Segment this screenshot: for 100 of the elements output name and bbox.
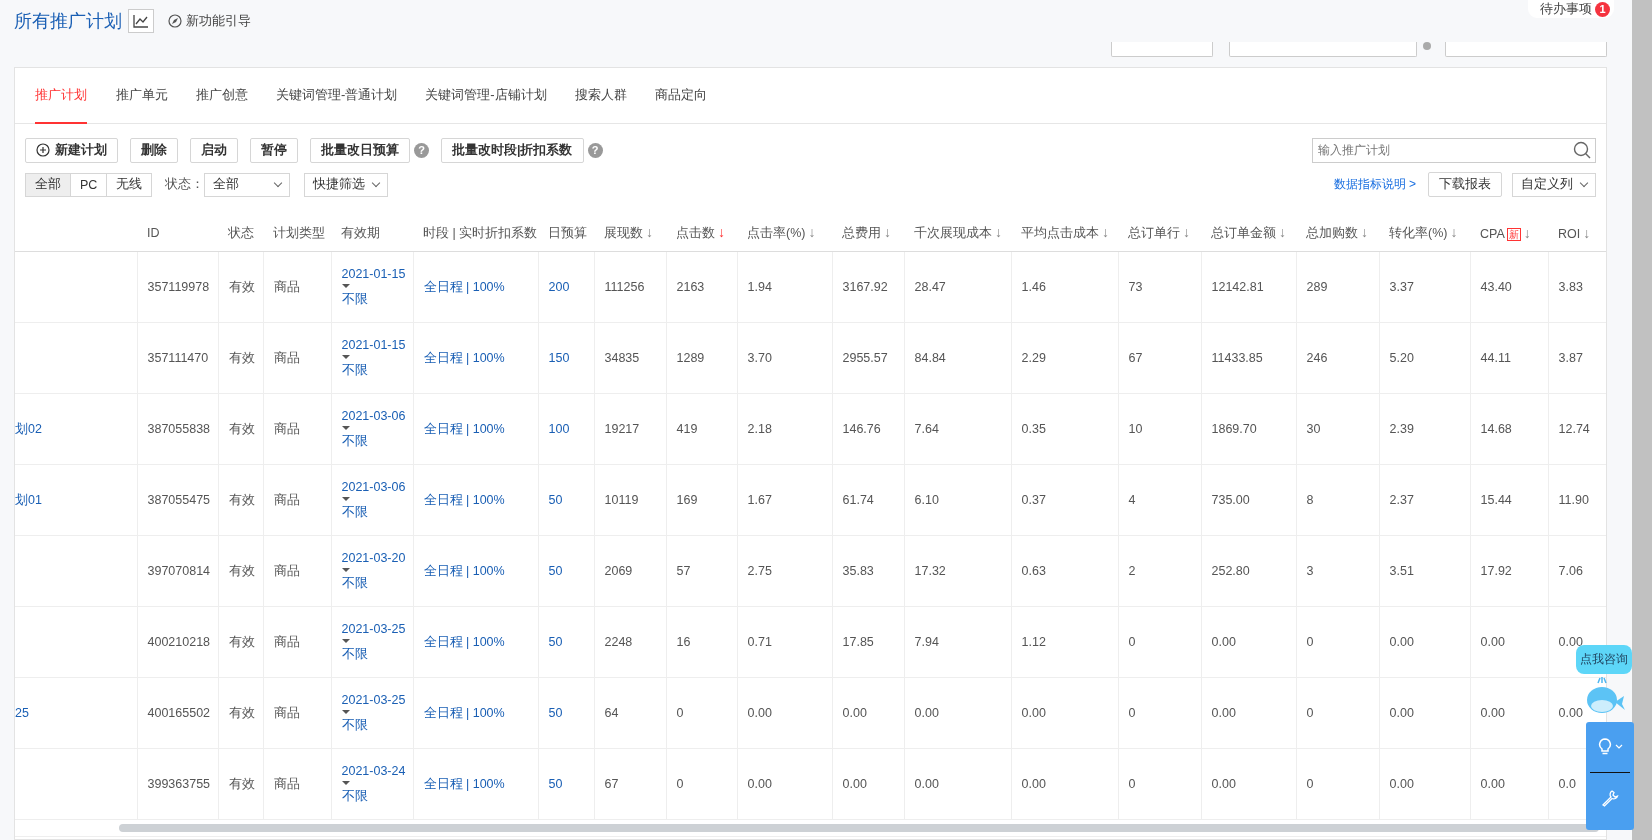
sort-arrow[interactable]: ↓	[1279, 224, 1286, 240]
tab[interactable]: 推广单元	[102, 68, 182, 124]
column-header[interactable]: 总订单行	[1128, 226, 1180, 240]
sort-arrow[interactable]: ↓	[646, 224, 653, 240]
tab[interactable]: 推广计划	[35, 68, 87, 124]
schedule-link[interactable]: 全日程	[423, 776, 463, 791]
horizontal-scrollbar[interactable]	[119, 824, 1599, 832]
start-date-link[interactable]: 2021-03-20	[341, 550, 406, 565]
column-header[interactable]: 点击数	[676, 226, 715, 240]
end-date-link[interactable]: 不限	[341, 503, 368, 521]
start-date-link[interactable]: 2021-01-15	[341, 337, 406, 352]
action-button[interactable]: 启动	[190, 137, 238, 163]
start-date-link[interactable]: 2021-03-24	[341, 763, 406, 778]
budget-link[interactable]: 200	[548, 280, 570, 294]
end-date-link[interactable]: 不限	[341, 787, 368, 805]
action-button[interactable]: 删除	[130, 137, 178, 163]
device-toggle[interactable]: 全部	[25, 172, 71, 197]
column-header[interactable]: 状态	[228, 225, 254, 240]
action-button[interactable]: 批量改时段|折扣系数	[441, 137, 584, 163]
action-button[interactable]: 新建计划	[25, 137, 118, 163]
column-header[interactable]: 展现数	[604, 226, 643, 240]
discount-link[interactable]: | 100%	[466, 563, 505, 578]
budget-link[interactable]: 100	[548, 422, 570, 436]
end-date-link[interactable]: 不限	[341, 432, 368, 450]
caret-icon[interactable]	[341, 567, 350, 572]
budget-link[interactable]: 50	[548, 777, 563, 791]
budget-link[interactable]: 50	[548, 635, 563, 649]
column-header[interactable]: 总加购数	[1306, 226, 1358, 240]
caret-icon[interactable]	[341, 283, 350, 288]
sort-arrow[interactable]: ↓	[995, 224, 1002, 240]
discount-link[interactable]: | 100%	[466, 421, 505, 436]
end-date-link[interactable]: 不限	[341, 574, 368, 592]
column-header[interactable]: 有效期	[341, 225, 380, 240]
schedule-link[interactable]: 全日程	[423, 279, 463, 294]
discount-link[interactable]: | 100%	[466, 705, 505, 720]
schedule-link[interactable]: 全日程	[423, 350, 463, 365]
action-button[interactable]: 暂停	[250, 137, 298, 163]
guide-link[interactable]: 新功能引导	[168, 12, 251, 30]
plan-name-link[interactable]: 划01	[15, 492, 42, 507]
start-date-link[interactable]: 2021-03-06	[341, 408, 406, 423]
schedule-link[interactable]: 全日程	[423, 705, 463, 720]
lightbulb-icon[interactable]	[1597, 738, 1612, 756]
sort-arrow[interactable]: ↓	[1361, 224, 1368, 240]
column-header[interactable]: ID	[147, 226, 160, 240]
metrics-help-link[interactable]: 数据指标说明 >	[1333, 176, 1416, 193]
column-header[interactable]: 千次展现成本	[914, 226, 992, 240]
caret-icon[interactable]	[341, 709, 350, 714]
sort-arrow[interactable]: ↓	[808, 224, 816, 240]
column-header[interactable]: 总费用	[842, 226, 881, 240]
sort-arrow[interactable]: ↓	[884, 224, 891, 240]
device-toggle[interactable]: 无线	[106, 172, 153, 197]
sort-arrow[interactable]: ↓	[1183, 224, 1190, 240]
sort-arrow[interactable]: ↓	[1450, 224, 1458, 240]
discount-link[interactable]: | 100%	[466, 279, 505, 294]
budget-link[interactable]: 150	[548, 351, 570, 365]
discount-link[interactable]: | 100%	[466, 350, 505, 365]
discount-link[interactable]: | 100%	[466, 776, 505, 791]
plan-name-link[interactable]: 25	[15, 706, 29, 720]
consult-bubble[interactable]: 点我咨询	[1576, 645, 1632, 674]
column-header[interactable]: 总订单金额	[1211, 226, 1276, 240]
start-date-link[interactable]: 2021-01-15	[341, 266, 406, 281]
tab[interactable]: 推广创意	[182, 68, 262, 124]
caret-icon[interactable]	[341, 496, 350, 501]
budget-link[interactable]: 50	[548, 564, 563, 578]
column-header[interactable]: 日预算	[548, 225, 587, 240]
column-header[interactable]: ROI	[1558, 227, 1581, 241]
start-date-link[interactable]: 2021-03-06	[341, 479, 406, 494]
start-date-link[interactable]: 2021-03-25	[341, 692, 406, 707]
schedule-link[interactable]: 全日程	[423, 634, 463, 649]
discount-link[interactable]: | 100%	[466, 492, 505, 507]
tab[interactable]: 商品定向	[640, 68, 721, 124]
sort-arrow[interactable]: ↓	[718, 224, 725, 240]
schedule-link[interactable]: 全日程	[423, 492, 463, 507]
wrench-icon[interactable]	[1601, 789, 1619, 807]
page-scrollbar[interactable]	[1632, 0, 1652, 840]
schedule-link[interactable]: 全日程	[423, 421, 463, 436]
sort-arrow[interactable]: ↓	[1523, 224, 1531, 241]
caret-icon[interactable]	[341, 638, 350, 643]
download-button[interactable]: 下载报表	[1428, 172, 1502, 197]
search-icon[interactable]	[1573, 140, 1591, 159]
column-header[interactable]: 转化率(%)	[1389, 226, 1448, 240]
discount-link[interactable]: | 100%	[466, 634, 505, 649]
column-header[interactable]: 时段 | 实时折扣系数	[423, 225, 538, 240]
chevron-icon[interactable]	[1614, 744, 1623, 750]
todo-button[interactable]: 待办事项 1	[1528, 0, 1614, 18]
sort-arrow[interactable]: ↓	[1583, 225, 1591, 241]
action-button[interactable]: 批量改日预算	[310, 137, 410, 163]
end-date-link[interactable]: 不限	[341, 716, 368, 734]
caret-icon[interactable]	[341, 780, 350, 785]
search-field[interactable]: 输入推广计划	[1312, 137, 1596, 163]
tab[interactable]: 关键词管理-普通计划	[262, 68, 412, 124]
tab[interactable]: 关键词管理-店铺计划	[411, 68, 561, 124]
caret-icon[interactable]	[341, 425, 350, 430]
custom-columns-dropdown[interactable]: 自定义列	[1512, 172, 1596, 197]
column-header[interactable]: 计划类型	[273, 225, 325, 240]
column-header[interactable]: CPA	[1480, 226, 1505, 241]
plan-name-link[interactable]: 划02	[15, 421, 42, 436]
end-date-link[interactable]: 不限	[341, 290, 368, 308]
budget-link[interactable]: 50	[548, 706, 563, 720]
caret-icon[interactable]	[341, 354, 350, 359]
